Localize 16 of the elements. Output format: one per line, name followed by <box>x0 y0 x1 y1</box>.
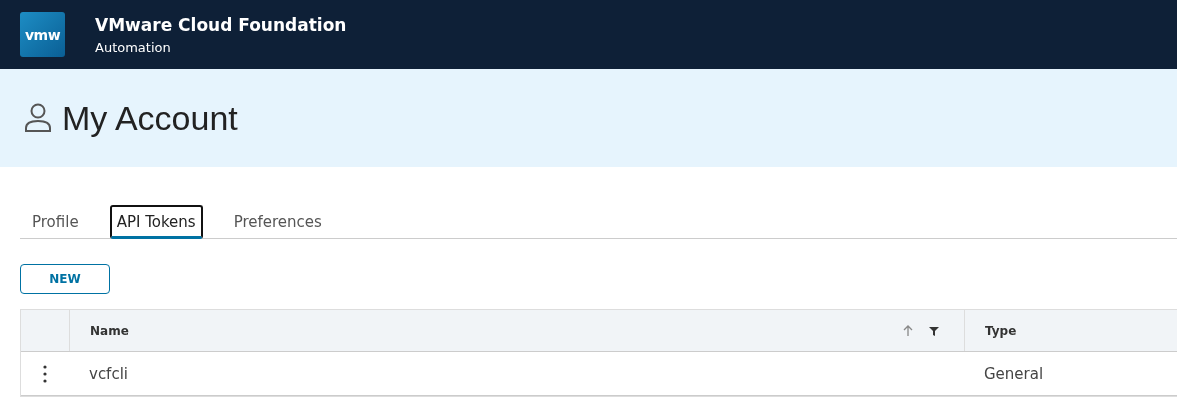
tab[interactable]: Preferences <box>226 205 329 239</box>
tab[interactable]: Profile <box>25 205 86 239</box>
logo: vmw <box>20 12 65 57</box>
table-cell: vcfcli <box>89 364 128 383</box>
user-icon <box>24 103 52 133</box>
table-cell: General <box>984 364 1044 383</box>
new-button[interactable]: NEW <box>20 264 110 294</box>
column-header: Type <box>985 323 1017 338</box>
tab[interactable]: API Tokens <box>109 205 203 239</box>
column-header: Name <box>90 323 129 338</box>
page-title: My Account <box>62 98 238 138</box>
filter-icon[interactable] <box>929 325 939 336</box>
app-subtitle: Automation <box>95 39 172 55</box>
app-title: VMware Cloud Foundation <box>95 14 347 35</box>
sort-arrow-icon[interactable] <box>903 324 913 337</box>
more-options-icon[interactable] <box>43 364 47 383</box>
